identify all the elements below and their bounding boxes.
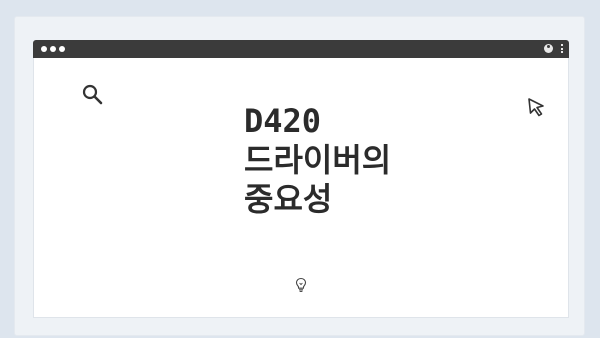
page-title: D420 드라이버의 중요성: [244, 102, 484, 219]
window-control-dot[interactable]: [41, 46, 47, 52]
window-control-dot[interactable]: [59, 46, 65, 52]
title-line-2: 드라이버의: [244, 141, 392, 179]
window-titlebar: [33, 40, 569, 58]
lightbulb-icon: [295, 277, 307, 292]
cursor-arrow-icon: [528, 98, 544, 117]
window-content: D420 드라이버의 중요성: [33, 58, 569, 318]
title-line-3: 중요성: [244, 180, 333, 218]
kebab-menu-icon[interactable]: [561, 44, 563, 55]
browser-window: D420 드라이버의 중요성: [33, 40, 569, 318]
search-icon: [82, 84, 103, 105]
window-control-dot[interactable]: [50, 46, 56, 52]
title-line-1: D420: [244, 102, 322, 140]
user-icon[interactable]: [544, 44, 553, 53]
